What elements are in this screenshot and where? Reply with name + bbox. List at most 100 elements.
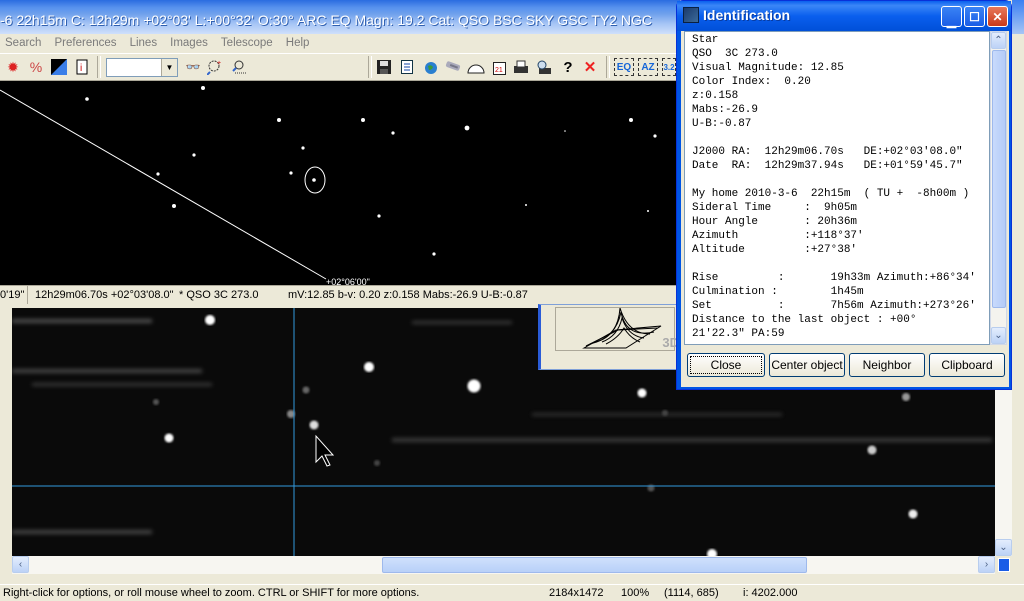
menu-images[interactable]: Images — [165, 35, 213, 51]
star — [662, 410, 668, 416]
identification-scrollbar[interactable]: ⌃ ⌄ — [990, 31, 1007, 345]
sky-chart-canvas: +02°06'00" — [0, 86, 657, 285]
star — [908, 509, 918, 519]
sky-chart[interactable]: +02°06'00" — [0, 81, 676, 285]
zoom-search-icon[interactable]: + — [206, 58, 224, 76]
minimize-button[interactable]: ▁ — [941, 6, 962, 28]
star — [205, 315, 215, 325]
identification-line — [692, 131, 989, 145]
zoom-select-icon[interactable] — [230, 58, 248, 76]
identification-line: Color Index: 0.20 — [692, 76, 811, 88]
star — [647, 210, 649, 212]
chart-stars — [85, 86, 657, 256]
main-title-bar: -6 22h15m C: 12h29m +02°03' L:+00°32' O:… — [0, 0, 680, 34]
star — [653, 134, 657, 138]
scroll-right-icon[interactable]: › — [978, 556, 995, 573]
svg-text:21: 21 — [495, 67, 503, 74]
toolbar: ✹ % i ▼ 👓 + 21 ? ✕ EQ AZ 3.2 — [0, 53, 680, 81]
identification-line: J2000 RA: 12h29m06.70s DE:+02°03'08.0" — [692, 146, 963, 158]
star — [153, 399, 159, 405]
star — [867, 445, 877, 455]
profile-3d-view — [555, 307, 675, 351]
close-icon: ✕ — [992, 9, 1003, 24]
identification-line: Mabs:-26.9 — [692, 104, 759, 116]
main-title-text: -6 22h15m C: 12h29m +02°03' L:+00°32' O:… — [0, 12, 652, 28]
star — [289, 171, 293, 175]
identification-line: Culmination : 1h45m — [692, 286, 864, 298]
scroll-up-icon[interactable]: ⌃ — [991, 32, 1006, 49]
menu-telescope[interactable]: Telescope — [216, 35, 278, 51]
star — [156, 172, 160, 176]
identification-line: 21'22.3" PA:59 — [692, 328, 785, 340]
maximize-button[interactable]: ☐ — [964, 6, 985, 27]
menu-search[interactable]: Search — [0, 35, 46, 51]
image-horizontal-scrollbar[interactable]: ‹ › — [12, 556, 995, 574]
resize-grip-icon[interactable] — [998, 558, 1010, 572]
star — [629, 118, 633, 122]
identification-line: Star — [692, 34, 719, 46]
star — [301, 146, 305, 150]
identification-dialog: Identification ▁ ☐ ✕ Star QSO 3C 273.0 Vis… — [676, 0, 1012, 390]
calendar-icon[interactable]: 21 — [490, 58, 508, 76]
chevron-down-icon[interactable]: ▼ — [161, 59, 177, 76]
maximize-icon: ☐ — [969, 9, 980, 24]
percent-icon[interactable]: % — [27, 58, 45, 76]
contrast-icon[interactable] — [50, 58, 68, 76]
dome-icon[interactable] — [467, 58, 485, 76]
center-object-button[interactable]: Center object — [769, 353, 845, 377]
save-icon[interactable] — [375, 58, 393, 76]
scroll-down-icon[interactable]: ⌄ — [991, 327, 1006, 344]
identification-title: Identification — [703, 7, 791, 23]
neighbor-button[interactable]: Neighbor — [849, 353, 925, 377]
info-icon[interactable]: i — [73, 58, 91, 76]
identification-text[interactable]: Star QSO 3C 273.0 Visual Magnitude: 12.85 C… — [684, 31, 990, 345]
star — [192, 153, 196, 157]
identification-line — [692, 257, 989, 271]
identification-line: Altitude :+27°38' — [692, 244, 858, 256]
target-star — [312, 178, 316, 182]
menu-lines[interactable]: Lines — [125, 35, 163, 51]
star — [432, 252, 436, 256]
print-preview-icon[interactable] — [535, 58, 553, 76]
grid-line — [0, 89, 327, 280]
star — [374, 460, 380, 466]
menu-help[interactable]: Help — [281, 35, 315, 51]
identification-body: Star QSO 3C 273.0 Visual Magnitude: 12.85 C… — [681, 31, 1009, 387]
print-icon[interactable] — [512, 58, 530, 76]
scroll-down-icon[interactable]: ⌄ — [995, 539, 1012, 556]
identification-line — [692, 173, 989, 187]
eq-grid-icon[interactable]: EQ — [614, 58, 634, 76]
menu-bar: Search Preferences Lines Images Telescop… — [0, 34, 680, 52]
star — [309, 420, 319, 430]
globe-icon[interactable] — [421, 58, 439, 76]
identification-title-bar[interactable]: Identification ▁ ☐ ✕ — [677, 1, 1011, 31]
horizontal-scroll-thumb[interactable] — [382, 557, 807, 573]
star — [377, 214, 381, 218]
close-window-button[interactable]: ✕ — [987, 6, 1008, 27]
help-icon[interactable]: ? — [559, 58, 577, 76]
scroll-left-icon[interactable]: ‹ — [12, 556, 29, 573]
az-grid-icon[interactable]: AZ — [638, 58, 658, 76]
svg-text:i: i — [80, 63, 82, 74]
profile-3d-panel: 3D — [538, 304, 680, 370]
clipboard-button[interactable]: Clipboard — [929, 353, 1005, 377]
bulb-icon[interactable]: ✹ — [4, 58, 22, 76]
star — [364, 362, 374, 372]
close-x-icon[interactable]: ✕ — [581, 58, 599, 76]
star — [637, 388, 647, 398]
status-cursor: (1114, 685) — [664, 587, 719, 599]
binoculars-icon[interactable]: 👓 — [184, 58, 202, 76]
scale-grid-icon[interactable]: 3.2 — [662, 58, 676, 76]
minimize-icon: ▁ — [946, 13, 957, 28]
telescope-icon[interactable] — [444, 58, 462, 76]
svg-text:+: + — [217, 60, 221, 67]
star — [277, 118, 281, 122]
star — [525, 204, 527, 206]
star — [201, 86, 205, 90]
identification-scroll-thumb[interactable] — [992, 50, 1006, 308]
close-button[interactable]: Close — [687, 353, 765, 377]
menu-preferences[interactable]: Preferences — [50, 35, 122, 51]
document-icon[interactable] — [398, 58, 416, 76]
identification-line: z:0.158 — [692, 90, 739, 102]
toolbar-combo[interactable]: ▼ — [106, 58, 178, 77]
